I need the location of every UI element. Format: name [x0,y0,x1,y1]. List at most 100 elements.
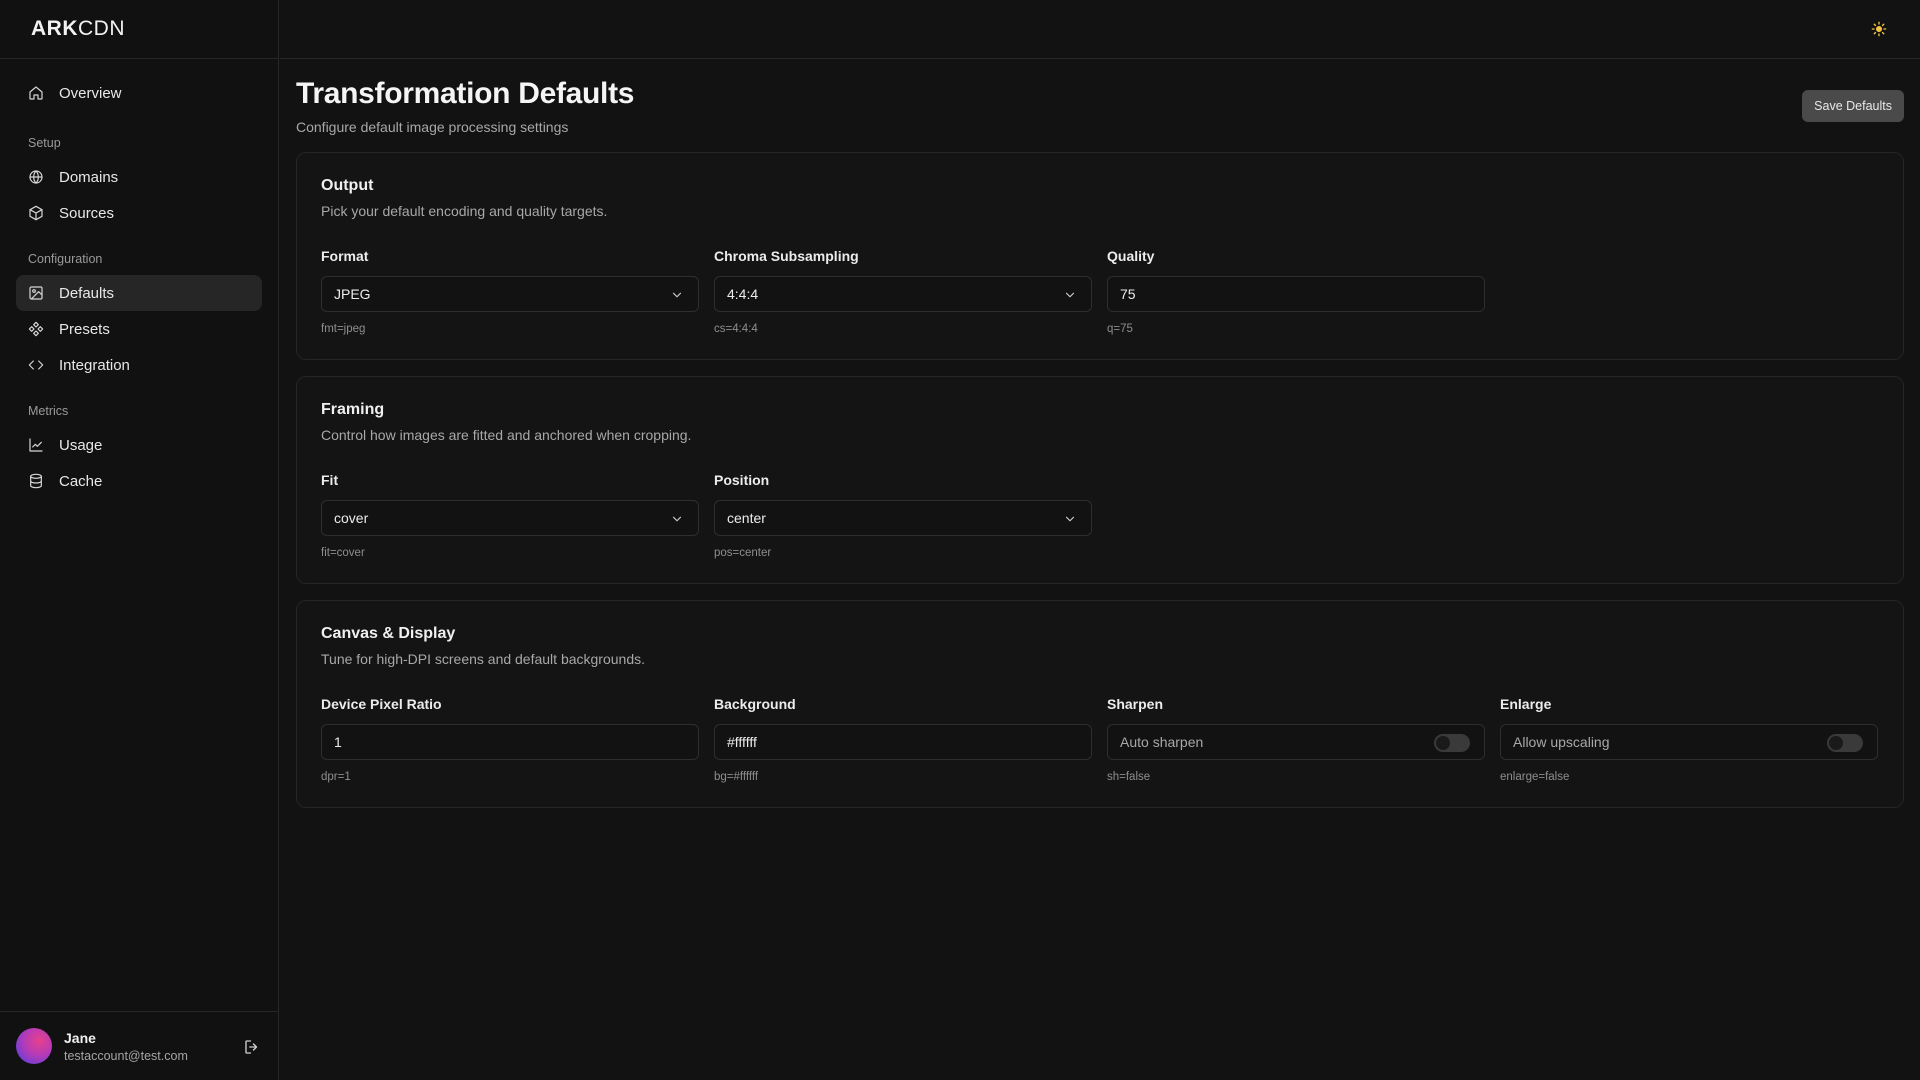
sidebar-item-sources[interactable]: Sources [16,195,262,231]
sun-icon[interactable] [1870,20,1888,38]
presets-icon [28,321,44,337]
chroma-field: Chroma Subsampling 4:4:4 cs=4:4:4 [714,248,1092,335]
dpr-input[interactable]: 1 [321,724,699,760]
user-name: Jane [64,1029,96,1046]
enlarge-field: Enlarge Allow upscaling enlarge=false [1500,696,1878,783]
position-label: Position [714,472,770,488]
enlarge-toggle[interactable] [1827,734,1863,752]
enlarge-control: Allow upscaling [1500,724,1878,760]
chroma-label: Chroma Subsampling [714,248,859,264]
chevron-down-icon [1063,288,1077,302]
sidebar-item-label: Sources [59,204,115,222]
format-value: JPEG [334,286,371,302]
background-hint: bg=#ffffff [714,771,759,783]
sidebar-item-domains[interactable]: Domains [16,159,262,195]
background-label: Background [714,696,796,712]
enlarge-text: Allow upscaling [1513,734,1610,750]
sharpen-field: Sharpen Auto sharpen sh=false [1107,696,1485,783]
sidebar-item-label: Domains [59,168,119,186]
framing-description: Control how images are fitted and anchor… [321,427,692,443]
logout-icon[interactable] [243,1038,261,1056]
nav-section-setup: Setup [28,136,61,150]
page-subtitle: Configure default image processing setti… [296,119,569,135]
chart-icon [28,437,44,453]
format-select[interactable]: JPEG [321,276,699,312]
format-label: Format [321,248,369,264]
sidebar-item-usage[interactable]: Usage [16,427,262,463]
sidebar-item-label: Defaults [59,284,115,302]
avatar[interactable] [16,1028,52,1064]
quality-input[interactable]: 75 [1107,276,1485,312]
fit-value: cover [334,510,369,526]
output-title: Output [321,177,374,194]
sharpen-text: Auto sharpen [1120,734,1204,750]
top-bar [280,0,1920,59]
sidebar-nav: Overview Setup Domains Sources Configura… [0,59,278,499]
background-field: Background #ffffff bg=#ffffff [714,696,1092,783]
chevron-down-icon [670,288,684,302]
sharpen-toggle[interactable] [1434,734,1470,752]
dpr-value: 1 [334,734,342,750]
chevron-down-icon [670,512,684,526]
globe-icon [28,169,44,185]
save-defaults-button[interactable]: Save Defaults [1802,90,1904,122]
position-value: center [727,510,766,526]
user-info: Jane testaccount@test.com [64,1030,188,1063]
sharpen-control: Auto sharpen [1107,724,1485,760]
chroma-hint: cs=4:4:4 [714,323,758,335]
canvas-title: Canvas & Display [321,625,456,642]
sidebar-item-label: Integration [59,356,130,374]
quality-field: Quality 75 q=75 [1107,248,1485,335]
fit-hint: fit=cover [321,547,365,559]
quality-hint: q=75 [1107,323,1133,335]
quality-label: Quality [1107,248,1155,264]
database-icon [28,473,44,489]
brand-strong: ARK [31,17,78,40]
brand: ARKCDN [0,0,278,59]
fit-field: Fit cover fit=cover [321,472,699,559]
chroma-select[interactable]: 4:4:4 [714,276,1092,312]
sidebar-item-label: Cache [59,472,103,490]
page-title: Transformation Defaults [296,77,635,110]
chevron-down-icon [1063,512,1077,526]
position-select[interactable]: center [714,500,1092,536]
user-email: testaccount@test.com [64,1048,188,1063]
background-value: #ffffff [727,734,757,750]
format-field: Format JPEG fmt=jpeg [321,248,699,335]
code-icon [28,357,44,373]
enlarge-label: Enlarge [1500,696,1552,712]
nav-section-metrics: Metrics [28,404,69,418]
sidebar-item-cache[interactable]: Cache [16,463,262,499]
output-description: Pick your default encoding and quality t… [321,203,608,219]
output-card: Output Pick your default encoding and qu… [296,152,1904,360]
chroma-value: 4:4:4 [727,286,759,302]
sidebar-item-integration[interactable]: Integration [16,347,262,383]
user-profile: Jane testaccount@test.com [0,1011,279,1080]
image-icon [28,285,44,301]
fit-select[interactable]: cover [321,500,699,536]
sharpen-hint: sh=false [1107,771,1151,783]
sidebar-item-overview[interactable]: Overview [16,75,262,111]
sidebar-item-presets[interactable]: Presets [16,311,262,347]
sidebar-item-label: Presets [59,320,110,338]
box-icon [28,205,44,221]
background-input[interactable]: #ffffff [714,724,1092,760]
brand-logo[interactable]: ARKCDN [31,17,125,41]
sidebar-item-defaults[interactable]: Defaults [16,275,262,311]
canvas-description: Tune for high-DPI screens and default ba… [321,651,646,667]
format-hint: fmt=jpeg [321,323,366,335]
sidebar-item-label: Usage [59,436,103,454]
position-field: Position center pos=center [714,472,1092,559]
canvas-card: Canvas & Display Tune for high-DPI scree… [296,600,1904,808]
dpr-field: Device Pixel Ratio 1 dpr=1 [321,696,699,783]
sidebar: ARKCDN Overview Setup Domains Sources Co… [0,0,279,1080]
nav-section-configuration: Configuration [28,252,103,266]
main-content: Transformation Defaults Configure defaul… [296,60,1904,808]
dpr-label: Device Pixel Ratio [321,696,442,712]
dpr-hint: dpr=1 [321,771,351,783]
framing-card: Framing Control how images are fitted an… [296,376,1904,584]
position-hint: pos=center [714,547,772,559]
framing-title: Framing [321,401,385,418]
enlarge-hint: enlarge=false [1500,771,1570,783]
home-icon [28,85,44,101]
